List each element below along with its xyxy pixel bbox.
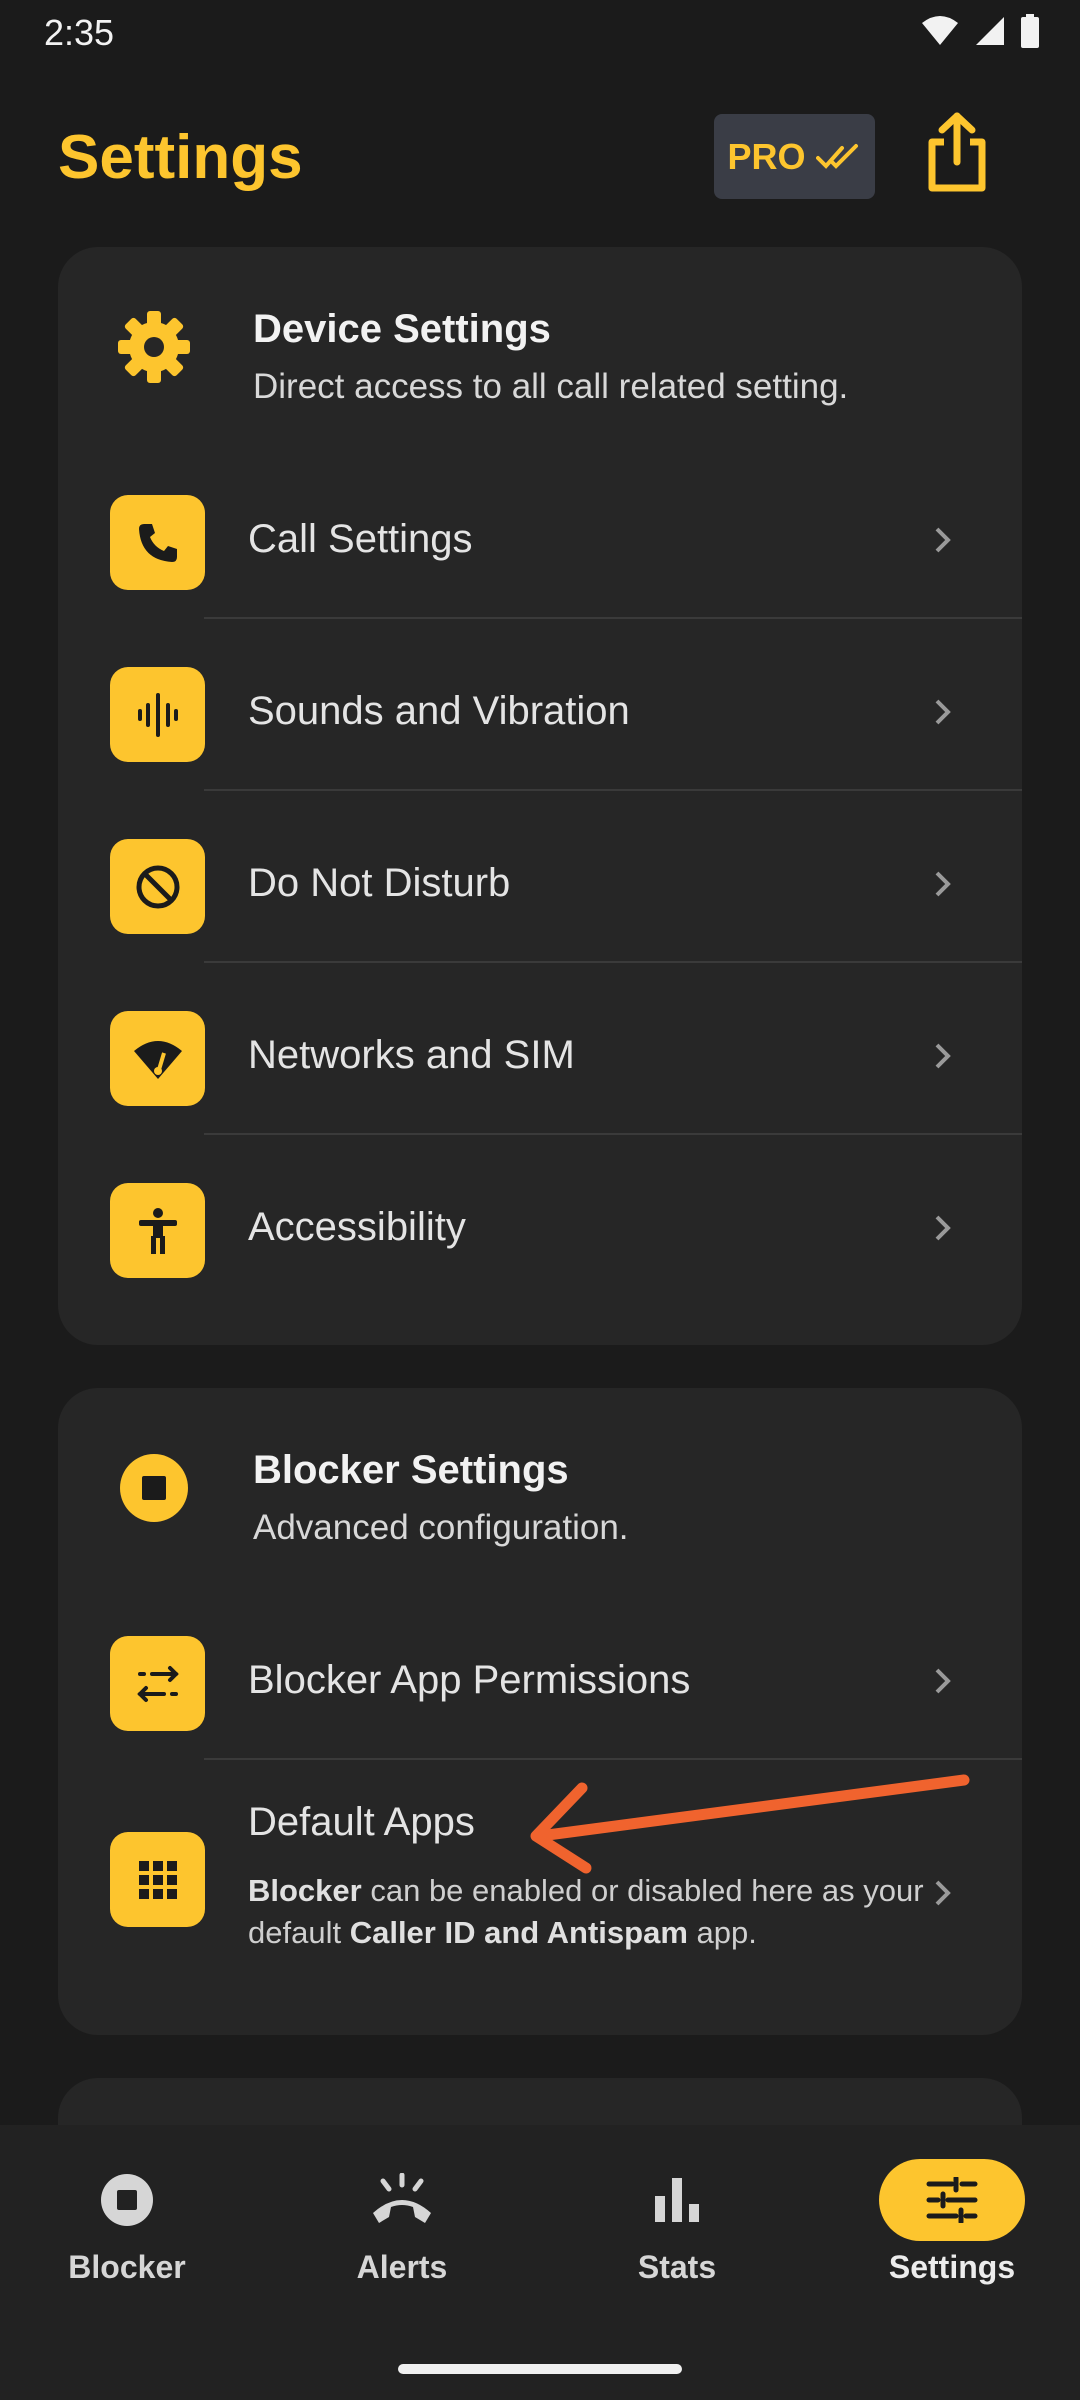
- nav-alerts[interactable]: Alerts: [302, 2159, 502, 2309]
- chevron-right-icon: [928, 1213, 958, 1243]
- chevron-right-icon: [928, 869, 958, 899]
- blocker-settings-card: Blocker Settings Advanced configuration.…: [58, 1388, 1022, 2035]
- status-icons: [920, 14, 1040, 48]
- sound-wave-icon: [110, 667, 205, 762]
- wifi-icon: [922, 16, 958, 45]
- device-settings-card: Device Settings Direct access to all cal…: [58, 247, 1022, 1345]
- sliders-icon: [879, 2159, 1025, 2241]
- network-icon: [110, 1011, 205, 1106]
- status-bar: 2:35: [0, 0, 1080, 62]
- settings-item-sounds-vibration[interactable]: Sounds and Vibration: [58, 619, 1022, 791]
- gear-icon: [114, 307, 194, 387]
- stop-circle-icon: [54, 2159, 200, 2241]
- blocker-settings-header: Blocker Settings Advanced configuration.: [58, 1388, 1022, 1558]
- settings-item-label: Default Apps: [248, 1800, 475, 1844]
- nav-label: Stats: [637, 2249, 717, 2285]
- swap-arrows-icon: [110, 1636, 205, 1731]
- settings-item-label: Call Settings: [248, 517, 473, 561]
- settings-item-accessibility[interactable]: Accessibility: [58, 1135, 1022, 1307]
- signal-icon: [976, 17, 1004, 45]
- accessibility-icon: [110, 1183, 205, 1278]
- do-not-disturb-icon: [110, 839, 205, 934]
- nav-stats[interactable]: Stats: [577, 2159, 777, 2309]
- call-end-icon: [329, 2159, 475, 2241]
- settings-item-label: Blocker App Permissions: [248, 1658, 691, 1702]
- share-icon: [928, 112, 986, 192]
- stop-circle-icon: [114, 1448, 194, 1528]
- nav-blocker[interactable]: Blocker: [27, 2159, 227, 2309]
- bar-chart-icon: [604, 2159, 750, 2241]
- nav-settings[interactable]: Settings: [852, 2159, 1052, 2309]
- chevron-right-icon: [928, 1041, 958, 1071]
- settings-item-default-apps[interactable]: Default Apps Blocker can be enabled or d…: [58, 1760, 1022, 2025]
- settings-item-networks-sim[interactable]: Networks and SIM: [58, 963, 1022, 1135]
- default-apps-description: Blocker can be enabled or disabled here …: [248, 1870, 928, 1954]
- device-settings-header: Device Settings Direct access to all cal…: [58, 247, 1022, 417]
- pro-badge-button[interactable]: PRO: [714, 114, 875, 199]
- settings-item-do-not-disturb[interactable]: Do Not Disturb: [58, 791, 1022, 963]
- device-settings-subtitle: Direct access to all call related settin…: [253, 367, 849, 406]
- nav-label: Settings: [888, 2249, 1016, 2285]
- phone-icon: [110, 495, 205, 590]
- status-time: 2:35: [44, 12, 115, 53]
- settings-item-label: Sounds and Vibration: [248, 689, 630, 733]
- blocker-settings-title: Blocker Settings: [253, 1448, 569, 1492]
- pro-label: PRO: [727, 135, 806, 177]
- share-button[interactable]: [918, 108, 996, 198]
- home-indicator[interactable]: [398, 2364, 682, 2374]
- bottom-navigation: Blocker Alerts Stats Settings: [0, 2125, 1080, 2400]
- chevron-right-icon: [928, 525, 958, 555]
- settings-item-label: Networks and SIM: [248, 1033, 575, 1077]
- settings-item-call-settings[interactable]: Call Settings: [58, 447, 1022, 619]
- page-title: Settings: [58, 123, 303, 192]
- settings-item-label: Accessibility: [248, 1205, 466, 1249]
- desc-bold-caller-id: Caller ID and Antispam: [349, 1915, 688, 1950]
- chevron-right-icon: [928, 1666, 958, 1696]
- desc-bold-blocker: Blocker: [248, 1873, 362, 1908]
- app-grid-icon: [110, 1832, 205, 1927]
- battery-icon: [1021, 14, 1039, 48]
- chevron-right-icon: [928, 1878, 958, 1908]
- desc-text-end: app.: [687, 1915, 757, 1950]
- double-check-icon: [815, 143, 858, 169]
- device-settings-title: Device Settings: [253, 307, 551, 351]
- settings-item-blocker-permissions[interactable]: Blocker App Permissions: [58, 1588, 1022, 1760]
- chevron-right-icon: [928, 697, 958, 727]
- blocker-settings-subtitle: Advanced configuration.: [253, 1508, 629, 1547]
- nav-label: Blocker: [68, 2249, 186, 2285]
- settings-item-label: Do Not Disturb: [248, 861, 511, 905]
- nav-label: Alerts: [356, 2249, 448, 2285]
